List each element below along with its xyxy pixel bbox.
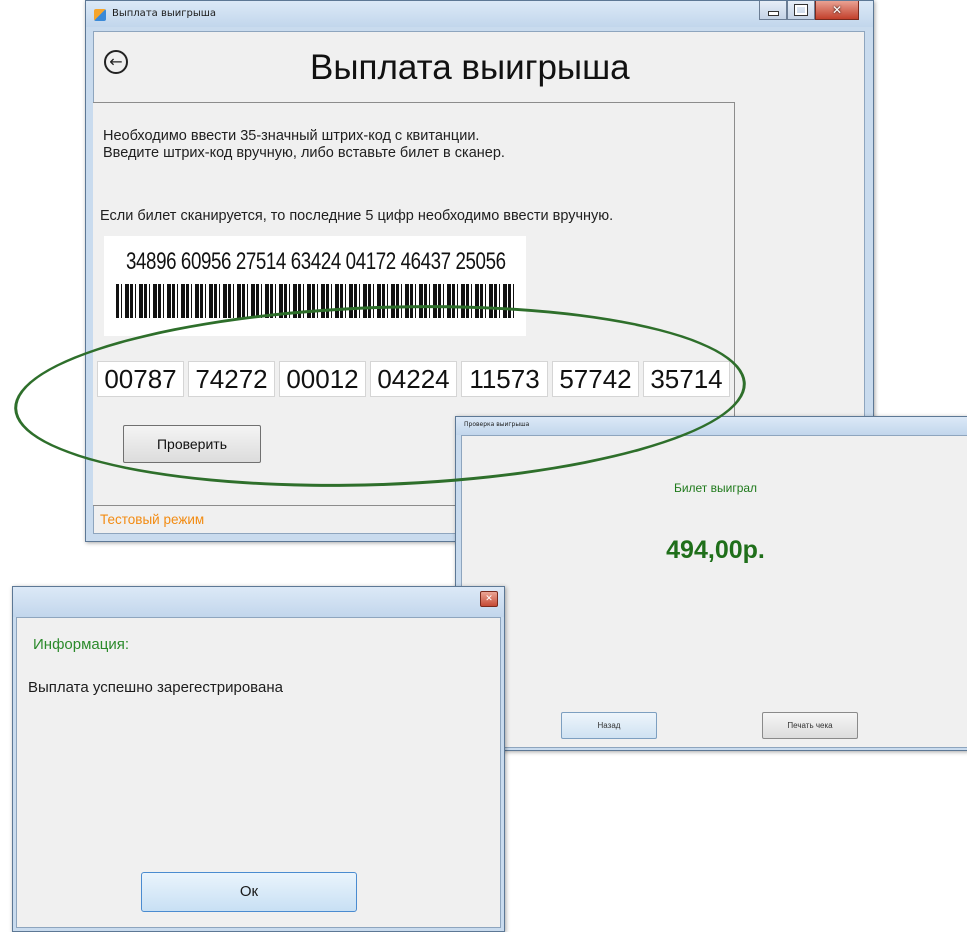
ok-button[interactable]: Ок [141, 872, 357, 912]
info-heading: Информация: [33, 636, 130, 653]
result-client-area: Билет выиграл 494,00р. Назад Печать чека [461, 435, 967, 748]
minimize-icon[interactable] [759, 1, 787, 20]
info-window-controls: ✕ [480, 591, 498, 611]
status-text: Тестовый режим [100, 512, 205, 527]
instruction-line-1: Необходимо ввести 35-значный штрих-код с… [103, 128, 480, 144]
win-amount: 494,00р. [666, 536, 765, 564]
scan-instruction: Если билет сканируется, то последние 5 ц… [100, 208, 614, 224]
info-client-area: Информация: Выплата успешно зарегестриро… [16, 617, 501, 928]
barcode-printed-digits: 34896 60956 27514 63424 04172 46437 2505… [126, 248, 506, 275]
back-button[interactable]: Назад [561, 712, 657, 739]
maximize-icon[interactable] [787, 1, 815, 20]
back-arrow-icon[interactable]: ← [104, 50, 128, 74]
info-titlebar[interactable] [13, 587, 504, 617]
info-window: ✕ Информация: Выплата успешно зарегестри… [12, 586, 505, 932]
main-window-title: Выплата выигрыша [112, 8, 217, 19]
close-icon[interactable]: ✕ [480, 591, 498, 607]
instruction-line-2: Введите штрих-код вручную, либо вставьте… [103, 145, 505, 161]
main-titlebar[interactable]: Выплата выигрыша [86, 1, 873, 27]
window-controls: ✕ [759, 1, 859, 21]
app-icon [94, 9, 106, 21]
page-title: Выплата выигрыша [310, 48, 630, 87]
close-icon[interactable]: ✕ [815, 1, 859, 20]
instruction-text: Необходимо ввести 35-значный штрих-код с… [103, 128, 505, 162]
print-receipt-button[interactable]: Печать чека [762, 712, 858, 739]
info-message: Выплата успешно зарегестрирована [28, 679, 283, 696]
win-message: Билет выиграл [673, 481, 758, 495]
